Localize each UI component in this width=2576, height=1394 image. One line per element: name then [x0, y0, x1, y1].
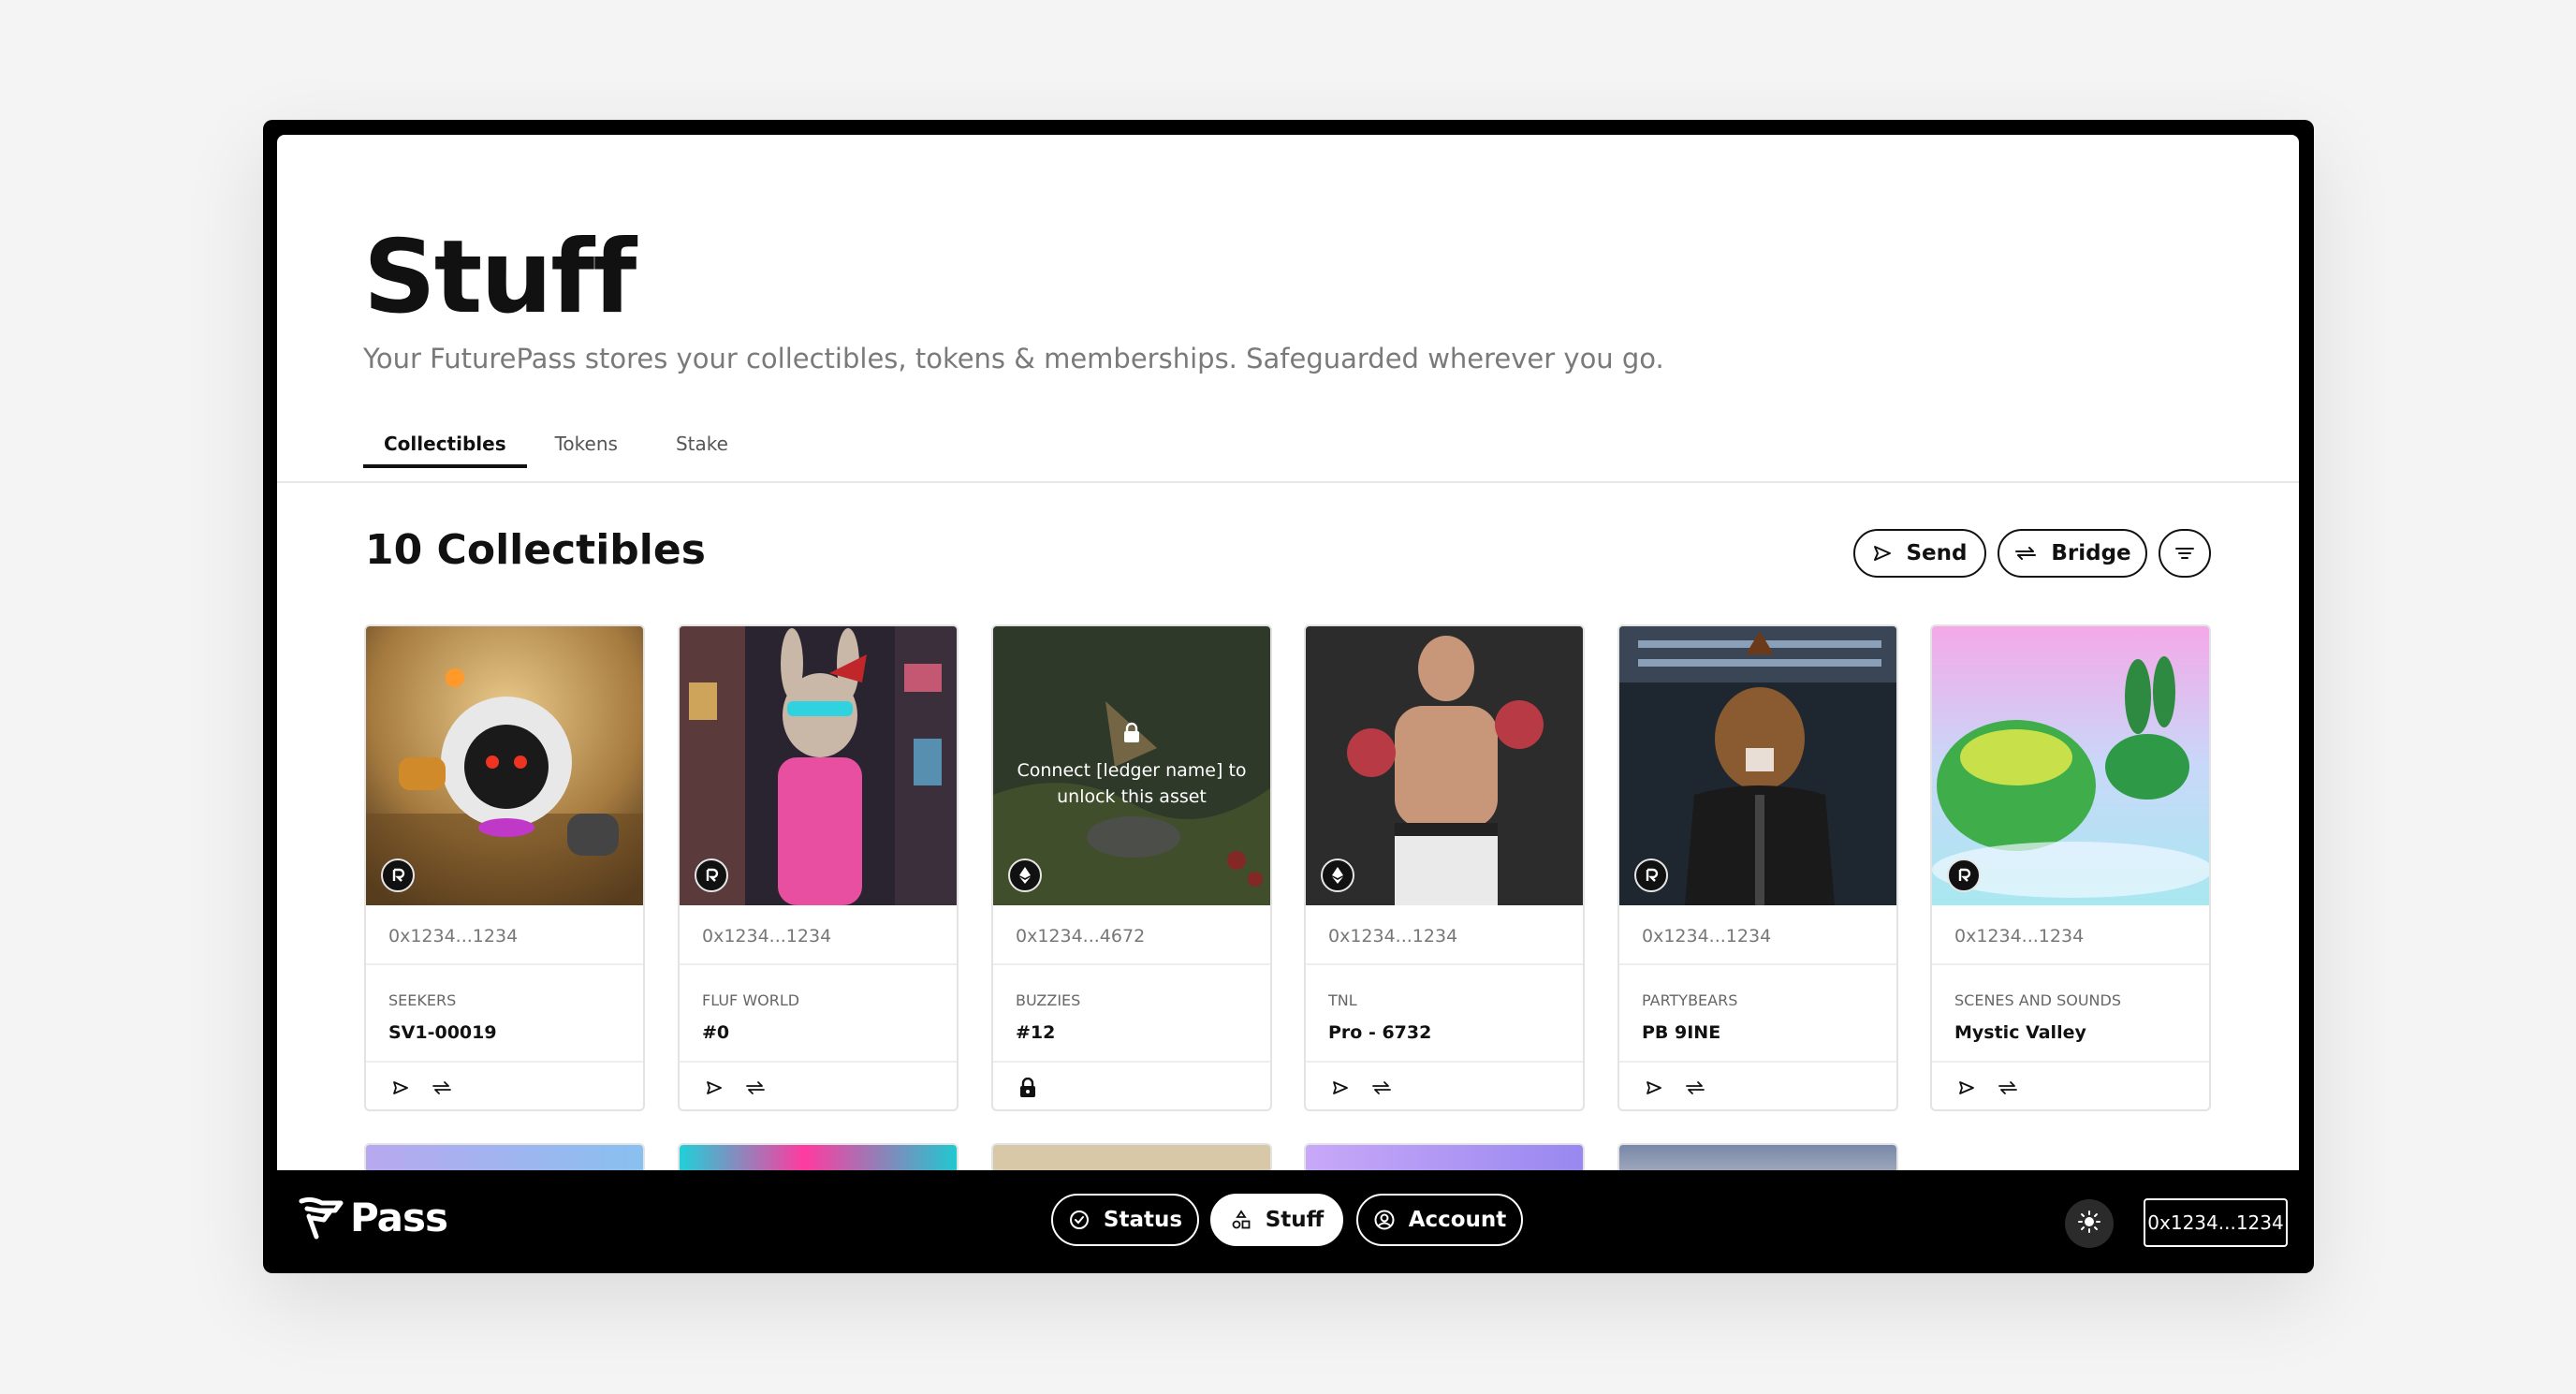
send-button-label: Send — [1906, 541, 1968, 565]
check-circle-icon — [1068, 1209, 1090, 1231]
root-network-icon — [1634, 858, 1668, 892]
bridge-icon[interactable] — [1994, 1076, 2022, 1100]
bridge-icon[interactable] — [428, 1076, 456, 1100]
collectible-address: 0x1234...1234 — [1642, 926, 1772, 946]
sort-icon — [2174, 544, 2196, 563]
logo-text: Pass — [350, 1195, 448, 1240]
collectible-card-peek[interactable] — [1304, 1143, 1585, 1170]
collection-name: PARTYBEARS — [1642, 991, 1738, 1009]
user-circle-icon — [1373, 1209, 1396, 1231]
root-network-icon — [381, 858, 415, 892]
collectible-card[interactable]: Connect [ledger name] to unlock this ass… — [991, 624, 1272, 1111]
bridge-icon[interactable] — [1681, 1076, 1709, 1100]
bridge-icon[interactable] — [741, 1076, 769, 1100]
page-subtitle: Your FuturePass stores your collectibles… — [363, 343, 1664, 374]
bridge-button-label: Bridge — [2051, 541, 2131, 565]
collectible-address: 0x1234...1234 — [1328, 926, 1458, 946]
card-actions — [1640, 1076, 1709, 1100]
send-icon[interactable] — [1326, 1076, 1354, 1100]
card-actions — [387, 1076, 456, 1100]
collectible-card-peek[interactable] — [364, 1143, 645, 1170]
collectible-card[interactable]: 0x1234...1234 TNL Pro - 6732 — [1304, 624, 1585, 1111]
wallet-address-button[interactable]: 0x1234...1234 — [2144, 1198, 2288, 1247]
collectible-card-peek[interactable] — [678, 1143, 959, 1170]
shapes-icon — [1230, 1209, 1252, 1231]
collectible-card[interactable]: 0x1234...1234 FLUF WORLD #0 — [678, 624, 959, 1111]
collection-name: TNL — [1328, 991, 1357, 1009]
collection-name: SCENES AND SOUNDS — [1954, 991, 2121, 1009]
tab-divider — [277, 481, 2299, 483]
tab-stake[interactable]: Stake — [655, 414, 749, 468]
card-actions — [1326, 1076, 1396, 1100]
card-actions — [1014, 1076, 1042, 1100]
collectible-card-peek[interactable] — [1617, 1143, 1898, 1170]
lock-icon — [1122, 722, 1141, 748]
collectible-card-peek[interactable] — [991, 1143, 1272, 1170]
bridge-icon — [2013, 544, 2038, 563]
main-screen: Stuff Your FuturePass stores your collec… — [277, 135, 2299, 1170]
send-icon[interactable] — [387, 1076, 415, 1100]
collectible-name: SV1-00019 — [388, 1022, 497, 1043]
collection-name: SEEKERS — [388, 991, 457, 1009]
sun-icon — [2077, 1210, 2101, 1238]
root-network-icon — [695, 858, 728, 892]
nav-status[interactable]: Status — [1051, 1194, 1199, 1246]
collection-name: BUZZIES — [1016, 991, 1081, 1009]
collectible-name: #0 — [702, 1022, 730, 1043]
root-network-icon — [1947, 858, 1981, 892]
bridge-icon[interactable] — [1368, 1076, 1396, 1100]
sort-button[interactable] — [2159, 529, 2211, 578]
send-button[interactable]: Send — [1853, 529, 1986, 578]
ethereum-icon — [1008, 858, 1042, 892]
card-actions — [700, 1076, 769, 1100]
collectible-name: PB 9INE — [1642, 1022, 1721, 1043]
collectible-card[interactable]: 0x1234...1234 SCENES AND SOUNDS Mystic V… — [1930, 624, 2211, 1111]
collectible-address: 0x1234...1234 — [388, 926, 519, 946]
bridge-button[interactable]: Bridge — [1998, 529, 2147, 578]
collectible-address: 0x1234...1234 — [702, 926, 832, 946]
bottom-nav: Pass Status Stuff Account 0x1234...1234 — [277, 1170, 2299, 1264]
collection-name: FLUF WORLD — [702, 991, 800, 1009]
collectible-address: 0x1234...1234 — [1954, 926, 2085, 946]
lock-message: Connect [ledger name] to unlock this ass… — [1017, 760, 1247, 807]
collectible-address: 0x1234...4672 — [1016, 926, 1146, 946]
send-icon[interactable] — [700, 1076, 728, 1100]
tab-bar: Collectibles Tokens Stake — [363, 414, 749, 468]
page-title: Stuff — [363, 219, 637, 336]
collectible-name: Mystic Valley — [1954, 1022, 2086, 1043]
tab-collectibles[interactable]: Collectibles — [363, 414, 527, 468]
theme-toggle-button[interactable] — [2065, 1199, 2114, 1248]
nav-account[interactable]: Account — [1356, 1194, 1523, 1246]
send-icon[interactable] — [1640, 1076, 1668, 1100]
send-icon[interactable] — [1953, 1076, 1981, 1100]
collectibles-count-heading: 10 Collectibles — [365, 526, 706, 574]
nav-stuff[interactable]: Stuff — [1210, 1194, 1343, 1246]
lock-icon — [1014, 1076, 1042, 1100]
nav-stuff-label: Stuff — [1265, 1208, 1325, 1232]
collectible-card[interactable]: 0x1234...1234 PARTYBEARS PB 9INE — [1617, 624, 1898, 1111]
collectible-name: #12 — [1016, 1022, 1056, 1043]
collectible-name: Pro - 6732 — [1328, 1022, 1432, 1043]
nav-status-label: Status — [1103, 1208, 1183, 1232]
collectible-card[interactable]: 0x1234...1234 SEEKERS SV1-00019 — [364, 624, 645, 1111]
ethereum-icon — [1321, 858, 1354, 892]
logo-mark-icon — [299, 1196, 344, 1239]
futurepass-logo[interactable]: Pass — [298, 1195, 448, 1240]
send-icon — [1872, 544, 1893, 563]
tab-tokens[interactable]: Tokens — [534, 414, 638, 468]
nav-account-label: Account — [1408, 1208, 1507, 1232]
card-actions — [1953, 1076, 2022, 1100]
